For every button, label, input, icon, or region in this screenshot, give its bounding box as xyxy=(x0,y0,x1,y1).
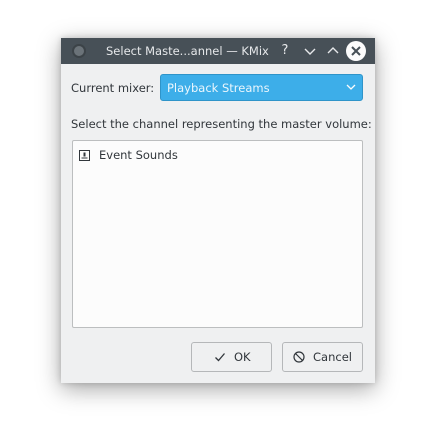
cancel-button-label: Cancel xyxy=(313,350,352,364)
chevron-down-icon xyxy=(304,48,316,55)
cancel-icon xyxy=(293,351,305,363)
window-title: Select Maste...annel — KMix xyxy=(106,44,269,58)
cancel-button[interactable]: Cancel xyxy=(282,342,363,372)
channel-list[interactable]: Event Sounds xyxy=(72,140,363,328)
chevron-up-icon xyxy=(327,47,339,54)
dialog-window: Select Maste...annel — KMix ? Current mi… xyxy=(61,38,375,383)
kmix-app-icon[interactable] xyxy=(72,44,86,58)
close-icon xyxy=(351,46,361,56)
mixer-select-value: Playback Streams xyxy=(167,81,270,95)
ok-button[interactable]: OK xyxy=(191,342,272,372)
help-button[interactable]: ? xyxy=(276,42,294,60)
minimize-button[interactable] xyxy=(301,42,319,60)
chevron-down-icon xyxy=(346,84,356,90)
list-item[interactable]: Event Sounds xyxy=(79,147,349,165)
ok-button-label: OK xyxy=(234,350,251,364)
mixer-select[interactable]: Playback Streams xyxy=(160,74,363,101)
checkmark-icon xyxy=(215,353,225,362)
current-mixer-label: Current mixer: xyxy=(71,81,155,95)
list-item-label: Event Sounds xyxy=(99,148,178,162)
close-button[interactable] xyxy=(346,41,366,61)
maximize-button[interactable] xyxy=(324,42,342,60)
radio-button-icon[interactable] xyxy=(79,150,90,161)
channel-prompt-label: Select the channel representing the mast… xyxy=(71,117,372,131)
title-bar[interactable]: Select Maste...annel — KMix ? xyxy=(61,38,375,64)
